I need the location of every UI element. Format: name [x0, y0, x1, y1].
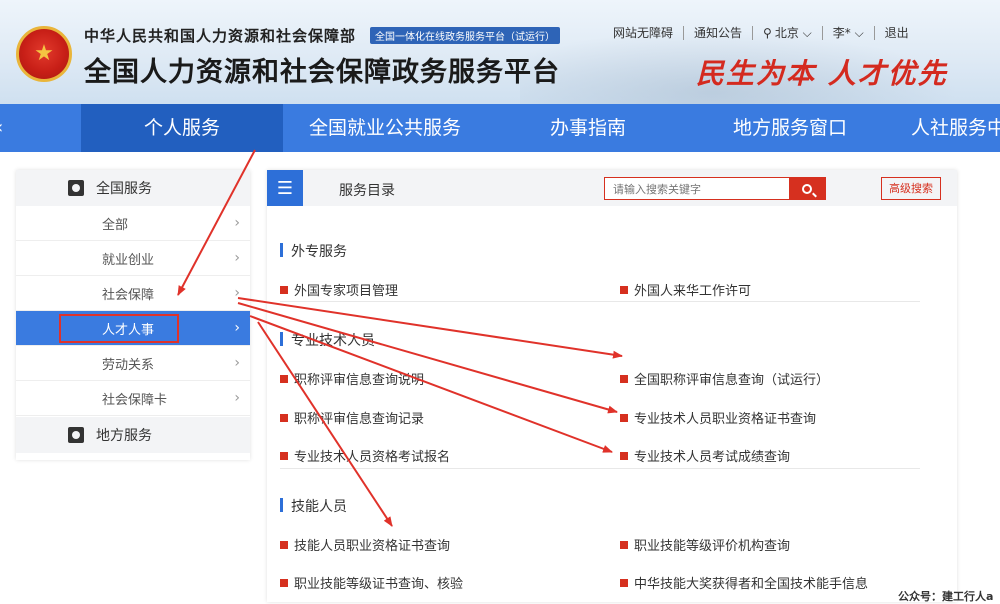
sidebar-local-label: 地方服务 [96, 428, 152, 444]
service-label: 技能人员职业资格证书查询 [294, 539, 451, 554]
sidebar-item-label: 全部 [102, 217, 129, 233]
location-label: 北京 ⌵ [774, 26, 812, 40]
sidebar-item-all[interactable]: 全部 › [16, 206, 250, 241]
platform-tagline-badge: 全国一体化在线政务服务平台（试运行） [370, 27, 560, 44]
service-link[interactable]: 专业技术人员考试成绩查询 [620, 446, 790, 465]
service-link[interactable]: 专业技术人员资格考试报名 [280, 446, 450, 465]
sidebar-item-social-security[interactable]: 社会保障 › [16, 276, 250, 311]
sidebar-item-employment[interactable]: 就业创业 › [16, 241, 250, 276]
service-label: 全国职称评审信息查询（试运行） [634, 373, 830, 388]
chevron-right-icon: › [234, 355, 240, 371]
bullet-icon [280, 286, 288, 294]
section-title-professional-tech: 专业技术人员 [280, 330, 375, 350]
local-service-icon [68, 427, 84, 443]
bullet-icon [280, 414, 288, 422]
search-icon [802, 183, 812, 194]
nav-personal-service[interactable]: 个人服务 [81, 104, 283, 152]
bullet-icon [620, 541, 628, 549]
site-header: ★ 中华人民共和国人力资源和社会保障部 全国一体化在线政务服务平台（试运行） 全… [0, 0, 1000, 104]
sidebar: 全国服务 全部 › 就业创业 › 社会保障 › 人才人事 › 劳动关系 › 社会… [16, 170, 250, 460]
bullet-icon [620, 286, 628, 294]
panel-title: 服务目录 [339, 183, 395, 199]
chevron-right-icon: › [234, 250, 240, 266]
bullet-icon [620, 579, 628, 587]
service-link[interactable]: 职称评审信息查询说明 [280, 369, 424, 388]
search-button[interactable] [789, 178, 825, 199]
service-label: 职业技能等级证书查询、核验 [294, 577, 464, 592]
chevron-right-icon: › [234, 320, 240, 336]
nav-scroll-left-icon[interactable]: ‹ [0, 104, 3, 152]
location-pin-icon: ⚲ [763, 26, 772, 40]
service-link[interactable]: 全国职称评审信息查询（试运行） [620, 369, 829, 388]
search-input[interactable] [605, 179, 787, 200]
sidebar-item-talent-personnel[interactable]: 人才人事 › [16, 311, 250, 346]
sidebar-item-social-security-card[interactable]: 社会保障卡 › [16, 381, 250, 416]
bullet-icon [620, 375, 628, 383]
service-label: 外国人来华工作许可 [634, 284, 752, 299]
user-menu[interactable]: 李* ⌵ [823, 24, 874, 41]
service-label: 外国专家项目管理 [294, 284, 399, 299]
bullet-icon [280, 452, 288, 460]
service-link[interactable]: 职称评审信息查询记录 [280, 408, 424, 427]
notice-link[interactable]: 通知公告 [684, 24, 752, 41]
nav-local-window[interactable]: 地方服务窗口 [689, 104, 891, 152]
catalog-icon: ☰ [267, 170, 303, 206]
sidebar-item-label: 劳动关系 [102, 357, 155, 373]
service-catalog-panel: ☰ 服务目录 高级搜索 外专服务 外国专家项目管理 外国人来华工作许可 专业技术… [267, 170, 957, 602]
service-label: 专业技术人员职业资格证书查询 [634, 412, 817, 427]
sidebar-national-header[interactable]: 全国服务 [16, 170, 250, 206]
sidebar-item-label: 就业创业 [102, 252, 155, 268]
service-label: 中华技能大奖获得者和全国技术能手信息 [634, 577, 869, 592]
panel-header: ☰ 服务目录 高级搜索 [267, 170, 957, 206]
search-box [604, 177, 826, 200]
chevron-right-icon: › [234, 215, 240, 231]
sidebar-item-labor-relations[interactable]: 劳动关系 › [16, 346, 250, 381]
service-link[interactable]: 专业技术人员职业资格证书查询 [620, 408, 816, 427]
slogan-calligraphy: 民生为本 人才优先 [696, 57, 948, 90]
bullet-icon [620, 414, 628, 422]
sidebar-national-label: 全国服务 [96, 181, 152, 197]
bullet-icon [280, 375, 288, 383]
service-link[interactable]: 中华技能大奖获得者和全国技术能手信息 [620, 573, 868, 592]
ministry-name: 中华人民共和国人力资源和社会保障部 [84, 27, 357, 45]
bullet-icon [620, 452, 628, 460]
nav-employment-service[interactable]: 全国就业公共服务 [283, 104, 487, 152]
bullet-icon [280, 579, 288, 587]
top-links: 网站无障碍 通知公告 ⚲ 北京 ⌵ 李* ⌵ 退出 [603, 24, 919, 41]
logout-link[interactable]: 退出 [875, 24, 919, 41]
service-link[interactable]: 外国专家项目管理 [280, 280, 398, 299]
service-link[interactable]: 技能人员职业资格证书查询 [280, 535, 450, 554]
chevron-right-icon: › [234, 390, 240, 406]
accessibility-link[interactable]: 网站无障碍 [603, 24, 683, 41]
section-divider [280, 468, 920, 469]
location-selector[interactable]: ⚲ 北京 ⌵ [753, 24, 822, 41]
sidebar-item-label: 社会保障卡 [102, 392, 168, 408]
service-link[interactable]: 职业技能等级证书查询、核验 [280, 573, 463, 592]
site-title: 全国人力资源和社会保障政务服务平台 [84, 57, 560, 88]
section-divider [280, 301, 920, 302]
chevron-right-icon: › [234, 285, 240, 301]
section-title-skilled-worker: 技能人员 [280, 496, 347, 516]
bullet-icon [280, 541, 288, 549]
service-link[interactable]: 外国人来华工作许可 [620, 280, 751, 299]
nav-service-center[interactable]: 人社服务中心 [891, 104, 1000, 152]
service-label: 职称评审信息查询记录 [294, 412, 425, 427]
service-label: 职称评审信息查询说明 [294, 373, 425, 388]
sidebar-local-header[interactable]: 地方服务 [16, 417, 250, 453]
service-label: 职业技能等级评价机构查询 [634, 539, 791, 554]
advanced-search-button[interactable]: 高级搜索 [881, 177, 941, 200]
service-label: 专业技术人员资格考试报名 [294, 450, 451, 465]
national-emblem-icon: ★ [16, 26, 72, 82]
main-nav: ‹ 个人服务 全国就业公共服务 办事指南 地方服务窗口 人社服务中心 [0, 104, 1000, 152]
annotation-highlight-box [59, 314, 179, 343]
section-title-foreign-expert: 外专服务 [280, 241, 347, 261]
service-link[interactable]: 职业技能等级评价机构查询 [620, 535, 790, 554]
service-label: 专业技术人员考试成绩查询 [634, 450, 791, 465]
nav-guide[interactable]: 办事指南 [487, 104, 689, 152]
national-service-icon [68, 180, 84, 196]
sidebar-item-label: 社会保障 [102, 287, 155, 303]
